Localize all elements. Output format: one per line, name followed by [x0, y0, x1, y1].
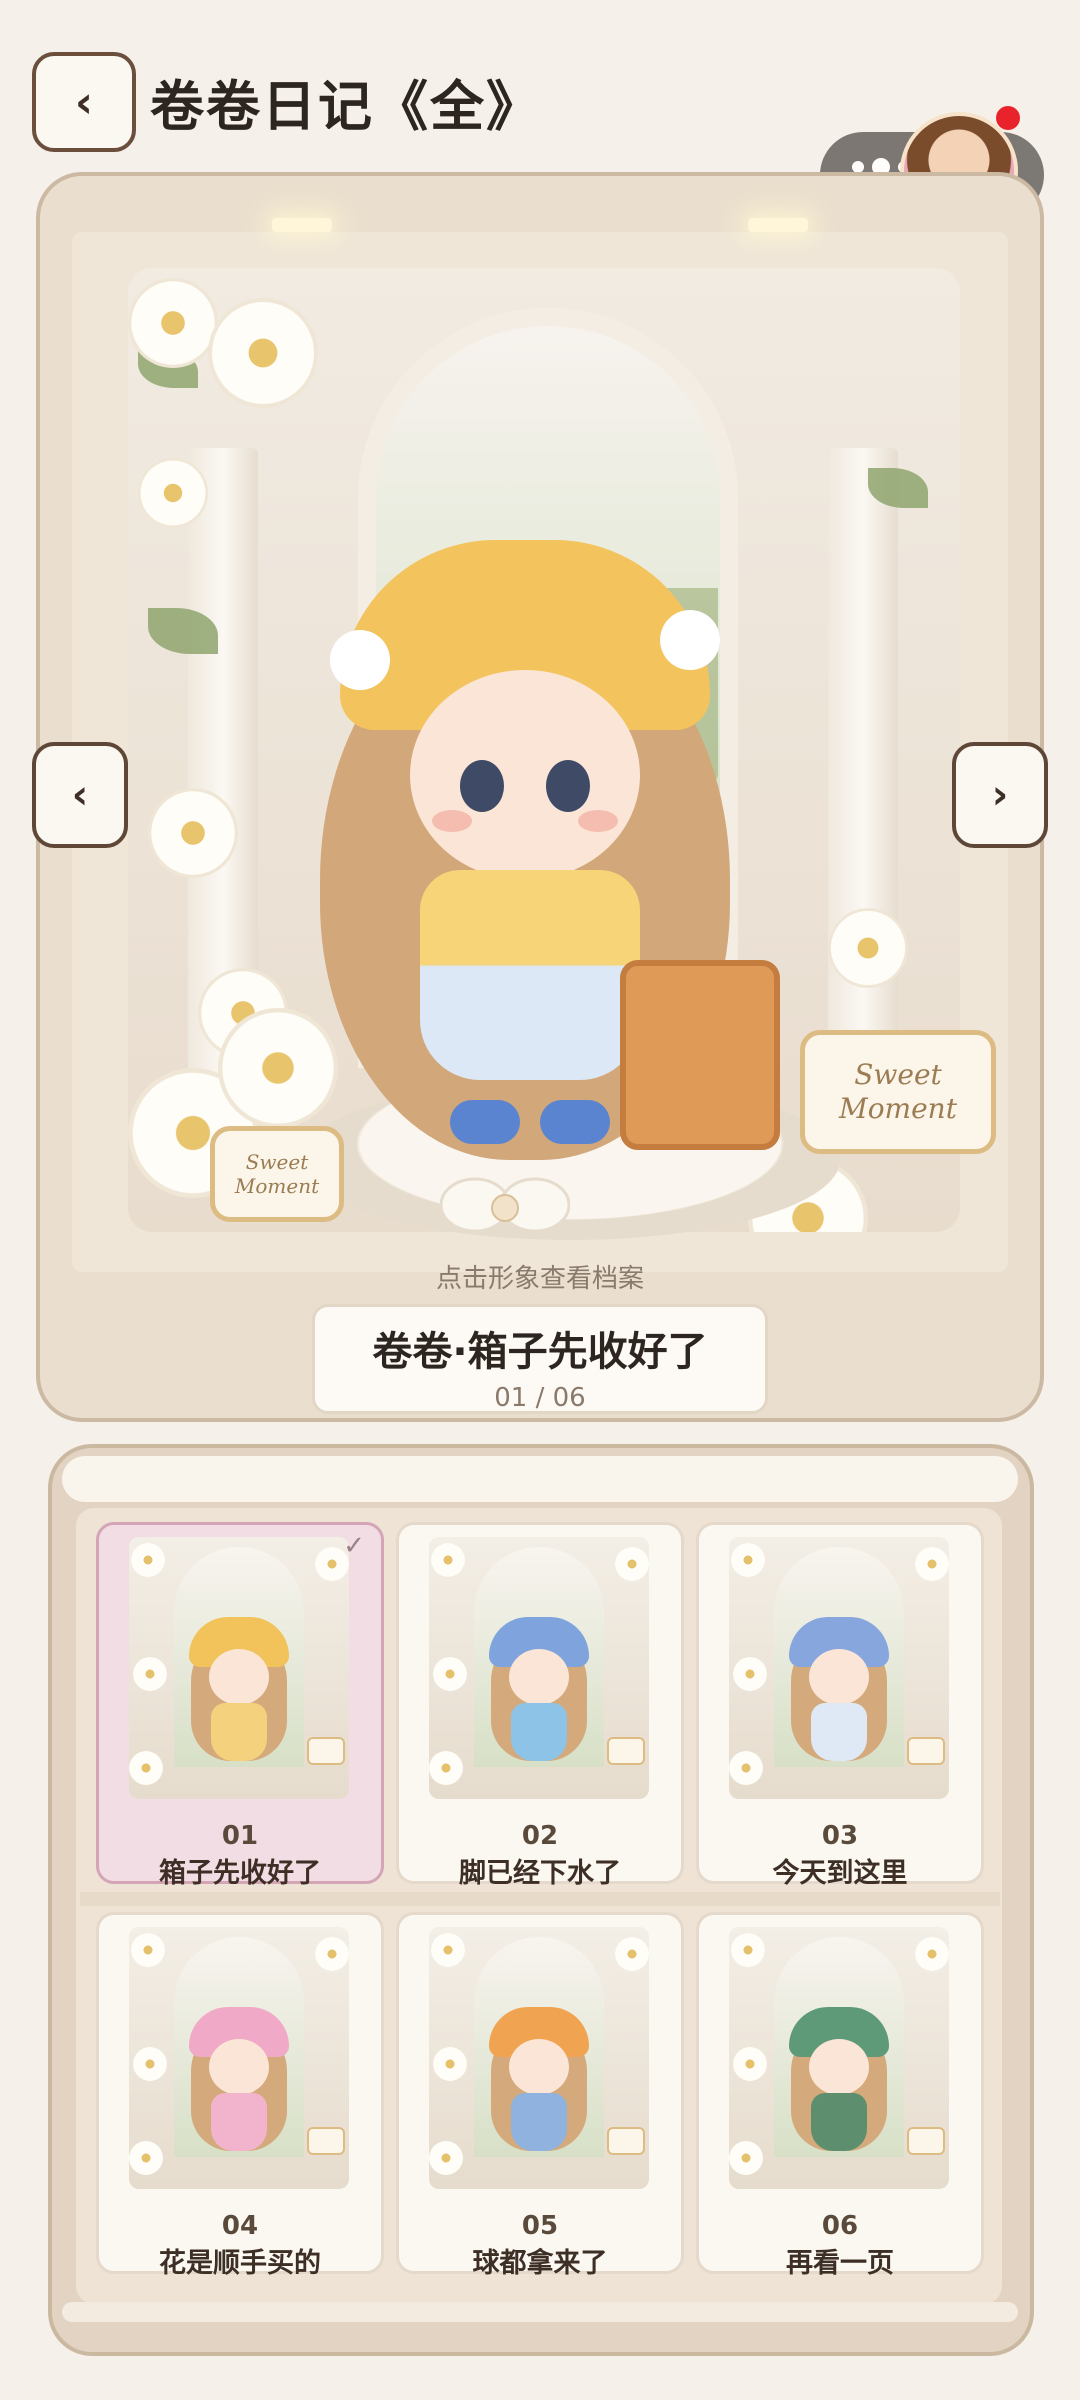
back-button[interactable]: ‹ — [32, 52, 136, 152]
page-title: 卷卷日记《全》 — [150, 75, 542, 138]
figure-thumbnail — [129, 1927, 349, 2189]
figure-card-name: 花是顺手买的 — [159, 2248, 321, 2279]
gallery-top-bar — [62, 1456, 1018, 1502]
figure-card-number: 05 — [521, 2211, 559, 2241]
checkmark-icon: ✓ — [343, 1531, 365, 1561]
flower-icon — [148, 788, 238, 878]
flower-icon — [828, 908, 908, 988]
figure-card-01[interactable]: 01 箱子先收好了 ✓ — [96, 1522, 384, 1889]
figure-card-name: 球都拿来了 — [472, 2248, 608, 2279]
previous-button[interactable]: ‹ — [32, 742, 128, 848]
sweet-moment-sign: Sweet Moment — [800, 1030, 996, 1154]
current-figure-plate: 卷卷·箱子先收好了 01 / 06 — [312, 1304, 768, 1414]
character-face — [410, 670, 640, 880]
flower-icon — [128, 278, 218, 368]
figure-card-number: 02 — [521, 1821, 559, 1851]
figure-card-name: 箱子先收好了 — [159, 1858, 321, 1889]
sweet-moment-sign-small: Sweet Moment — [210, 1126, 344, 1222]
figure-card-number: 06 — [821, 2211, 859, 2241]
figure-thumbnail — [429, 1927, 649, 2189]
chevron-left-icon: ‹ — [71, 772, 89, 818]
spotlight-icon — [748, 218, 808, 232]
chevron-right-icon: › — [991, 772, 1009, 818]
gallery-shelf — [80, 1892, 1000, 1906]
figure-card-02[interactable]: 02 脚已经下水了 — [396, 1522, 684, 1889]
figure-card-04[interactable]: 04 花是顺手买的 — [96, 1912, 384, 2279]
notification-dot — [996, 106, 1020, 130]
figure-card-number: 04 — [221, 2211, 259, 2241]
bow-icon — [440, 1177, 570, 1233]
figure-thumbnail — [729, 1927, 949, 2189]
flower-icon — [138, 458, 208, 528]
flower-icon — [208, 298, 318, 408]
figure-card-06[interactable]: 06 再看一页 — [696, 1912, 984, 2279]
chevron-left-icon: ‹ — [74, 76, 94, 128]
figure-card-03[interactable]: 03 今天到这里 — [696, 1522, 984, 1889]
yellow-dress — [420, 870, 640, 1080]
view-profile-hint[interactable]: 点击形象查看档案 — [0, 1258, 1080, 1295]
figure-card-number: 03 — [821, 1821, 859, 1851]
figure-card-05[interactable]: 05 球都拿来了 — [396, 1912, 684, 2279]
character-figure[interactable] — [320, 540, 780, 1160]
chick-icon — [660, 610, 720, 670]
figure-card-name: 今天到这里 — [772, 1858, 908, 1889]
figure-card-name: 脚已经下水了 — [459, 1858, 621, 1889]
figure-card-name: 再看一页 — [786, 2248, 894, 2279]
suitcase-icon — [620, 960, 780, 1150]
gallery-bottom-bar — [62, 2302, 1018, 2322]
spotlight-icon — [272, 218, 332, 232]
chick-icon — [330, 630, 390, 690]
next-button[interactable]: › — [952, 742, 1048, 848]
figure-thumbnail — [729, 1537, 949, 1799]
current-figure-title: 卷卷·箱子先收好了 — [372, 1329, 708, 1375]
figure-thumbnail — [129, 1537, 349, 1799]
current-figure-index: 01 / 06 — [494, 1383, 586, 1413]
figure-card-number: 01 — [221, 1821, 259, 1851]
figure-thumbnail — [429, 1537, 649, 1799]
